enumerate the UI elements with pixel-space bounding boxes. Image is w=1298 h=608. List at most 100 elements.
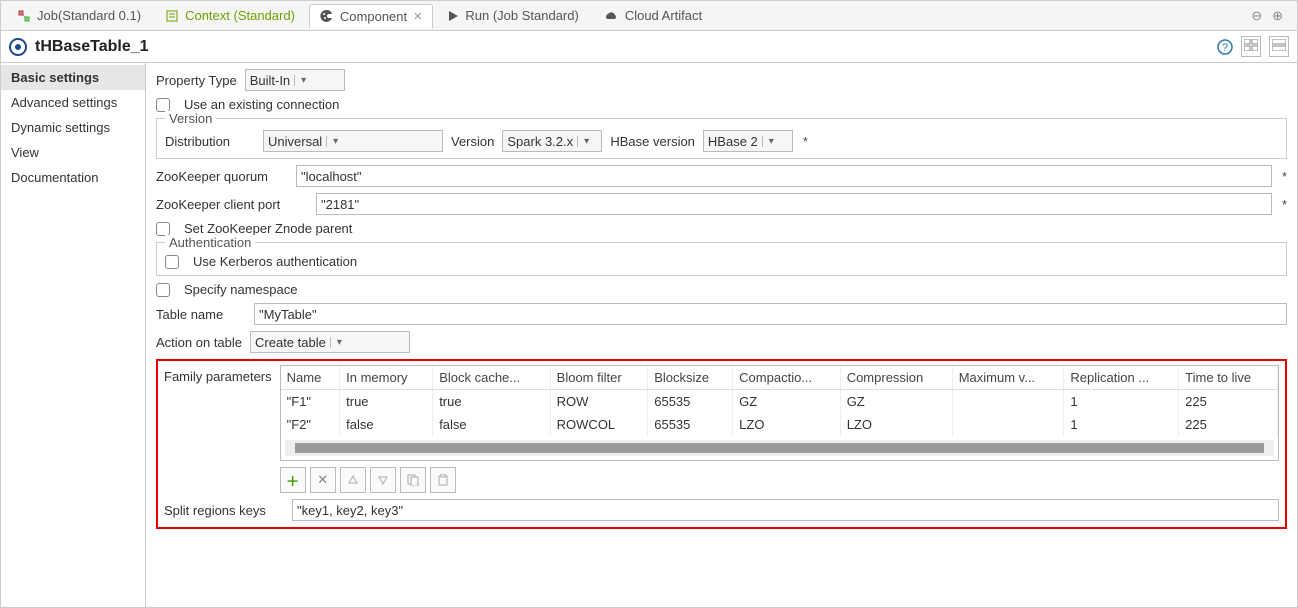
action-select[interactable]: Create table ▾: [250, 331, 410, 353]
column-header[interactable]: Blocksize: [648, 366, 733, 390]
delete-row-button[interactable]: ✕: [310, 467, 336, 493]
column-header[interactable]: Replication ...: [1064, 366, 1179, 390]
move-up-button[interactable]: [340, 467, 366, 493]
scrollbar-thumb[interactable]: [295, 443, 1264, 453]
distribution-value: Universal: [268, 134, 322, 149]
minimize-icon[interactable]: ⊖: [1251, 8, 1262, 24]
distribution-select[interactable]: Universal ▾: [263, 130, 443, 152]
palette-icon: [320, 9, 334, 23]
tab-label: Job(Standard 0.1): [37, 8, 141, 23]
sidebar-item-label: Advanced settings: [11, 95, 117, 110]
table-cell[interactable]: 65535: [648, 390, 733, 414]
table-row[interactable]: "F2"falsefalseROWCOL65535LZOLZO1225: [281, 413, 1278, 436]
sidebar-item-documentation[interactable]: Documentation: [1, 165, 145, 190]
version-legend: Version: [165, 111, 216, 126]
column-header[interactable]: Maximum v...: [952, 366, 1064, 390]
table-cell[interactable]: LZO: [840, 413, 952, 436]
table-cell[interactable]: false: [340, 413, 433, 436]
hbase-version-value: HBase 2: [708, 134, 758, 149]
column-header[interactable]: Block cache...: [433, 366, 550, 390]
hbase-version-select[interactable]: HBase 2 ▾: [703, 130, 793, 152]
table-cell[interactable]: false: [433, 413, 550, 436]
layout-grid-icon[interactable]: [1241, 36, 1261, 57]
add-row-button[interactable]: ＋: [280, 467, 306, 493]
page-title: tHBaseTable_1: [35, 38, 149, 56]
sidebar-item-view[interactable]: View: [1, 140, 145, 165]
auth-legend: Authentication: [165, 235, 255, 250]
zk-port-label: ZooKeeper client port: [156, 197, 308, 212]
tab-context[interactable]: Context (Standard): [155, 4, 305, 27]
table-cell[interactable]: LZO: [733, 413, 841, 436]
tab-label: Context (Standard): [185, 8, 295, 23]
set-znode-checkbox[interactable]: [156, 222, 170, 236]
tab-label: Cloud Artifact: [625, 8, 702, 23]
title-bar: tHBaseTable_1 ?: [1, 31, 1297, 63]
table-row[interactable]: "F1"truetrueROW65535GZGZ1225: [281, 390, 1278, 414]
context-icon: [165, 9, 179, 23]
table-cell[interactable]: 1: [1064, 390, 1179, 414]
main-panel: Property Type Built-In ▾ Use an existing…: [146, 63, 1297, 607]
version-fieldset: Version Distribution Universal ▾ Version…: [156, 118, 1287, 159]
action-label: Action on table: [156, 335, 242, 350]
cloud-icon: [603, 10, 619, 22]
table-cell[interactable]: [952, 413, 1064, 436]
action-value: Create table: [255, 335, 326, 350]
sidebar-item-advanced-settings[interactable]: Advanced settings: [1, 90, 145, 115]
hbase-version-label: HBase version: [610, 134, 695, 149]
specify-namespace-checkbox[interactable]: [156, 283, 170, 297]
layout-rows-icon[interactable]: [1269, 36, 1289, 57]
column-header[interactable]: In memory: [340, 366, 433, 390]
table-cell[interactable]: true: [433, 390, 550, 414]
tab-run[interactable]: Run (Job Standard): [437, 4, 588, 27]
table-cell[interactable]: 225: [1179, 390, 1278, 414]
move-down-button[interactable]: [370, 467, 396, 493]
table-cell[interactable]: GZ: [733, 390, 841, 414]
tab-component[interactable]: Component ✕: [309, 4, 433, 29]
zk-port-value: "2181": [321, 197, 359, 212]
use-kerberos-checkbox[interactable]: [165, 255, 179, 269]
help-icon[interactable]: ?: [1217, 39, 1233, 55]
copy-button[interactable]: [400, 467, 426, 493]
table-cell[interactable]: ROW: [550, 390, 648, 414]
chevron-down-icon: ▾: [294, 75, 312, 86]
zk-quorum-input[interactable]: "localhost": [296, 165, 1272, 187]
column-header[interactable]: Compression: [840, 366, 952, 390]
table-cell[interactable]: [952, 390, 1064, 414]
column-header[interactable]: Name: [281, 366, 340, 390]
table-cell[interactable]: 225: [1179, 413, 1278, 436]
split-keys-input[interactable]: "key1, key2, key3": [292, 499, 1279, 521]
table-cell[interactable]: true: [340, 390, 433, 414]
family-params-table[interactable]: NameIn memoryBlock cache...Bloom filterB…: [280, 365, 1279, 461]
sidebar-item-basic-settings[interactable]: Basic settings: [1, 65, 145, 90]
table-cell[interactable]: 1: [1064, 413, 1179, 436]
zk-quorum-label: ZooKeeper quorum: [156, 169, 288, 184]
split-keys-value: "key1, key2, key3": [297, 503, 403, 518]
zk-port-input[interactable]: "2181": [316, 193, 1272, 215]
use-kerberos-label: Use Kerberos authentication: [193, 254, 357, 269]
table-cell[interactable]: "F1": [281, 390, 340, 414]
maximize-icon[interactable]: ⊕: [1272, 8, 1283, 24]
job-icon: [17, 9, 31, 23]
tab-job[interactable]: Job(Standard 0.1): [7, 4, 151, 27]
tab-label: Run (Job Standard): [465, 8, 578, 23]
column-header[interactable]: Compactio...: [733, 366, 841, 390]
table-name-input[interactable]: "MyTable": [254, 303, 1287, 325]
property-type-select[interactable]: Built-In ▾: [245, 69, 345, 91]
horizontal-scrollbar[interactable]: [285, 440, 1274, 456]
sidebar-item-label: Dynamic settings: [11, 120, 110, 135]
tab-cloud-artifact[interactable]: Cloud Artifact: [593, 4, 712, 27]
table-cell[interactable]: "F2": [281, 413, 340, 436]
use-existing-connection-checkbox[interactable]: [156, 98, 170, 112]
table-cell[interactable]: 65535: [648, 413, 733, 436]
paste-button[interactable]: [430, 467, 456, 493]
column-header[interactable]: Bloom filter: [550, 366, 648, 390]
table-cell[interactable]: ROWCOL: [550, 413, 648, 436]
table-name-value: "MyTable": [259, 307, 317, 322]
svg-text:?: ?: [1222, 42, 1228, 54]
version-select[interactable]: Spark 3.2.x ▾: [502, 130, 602, 152]
column-header[interactable]: Time to live: [1179, 366, 1278, 390]
chevron-down-icon: ▾: [762, 136, 780, 147]
close-icon[interactable]: ✕: [413, 10, 422, 23]
sidebar-item-dynamic-settings[interactable]: Dynamic settings: [1, 115, 145, 140]
table-cell[interactable]: GZ: [840, 390, 952, 414]
